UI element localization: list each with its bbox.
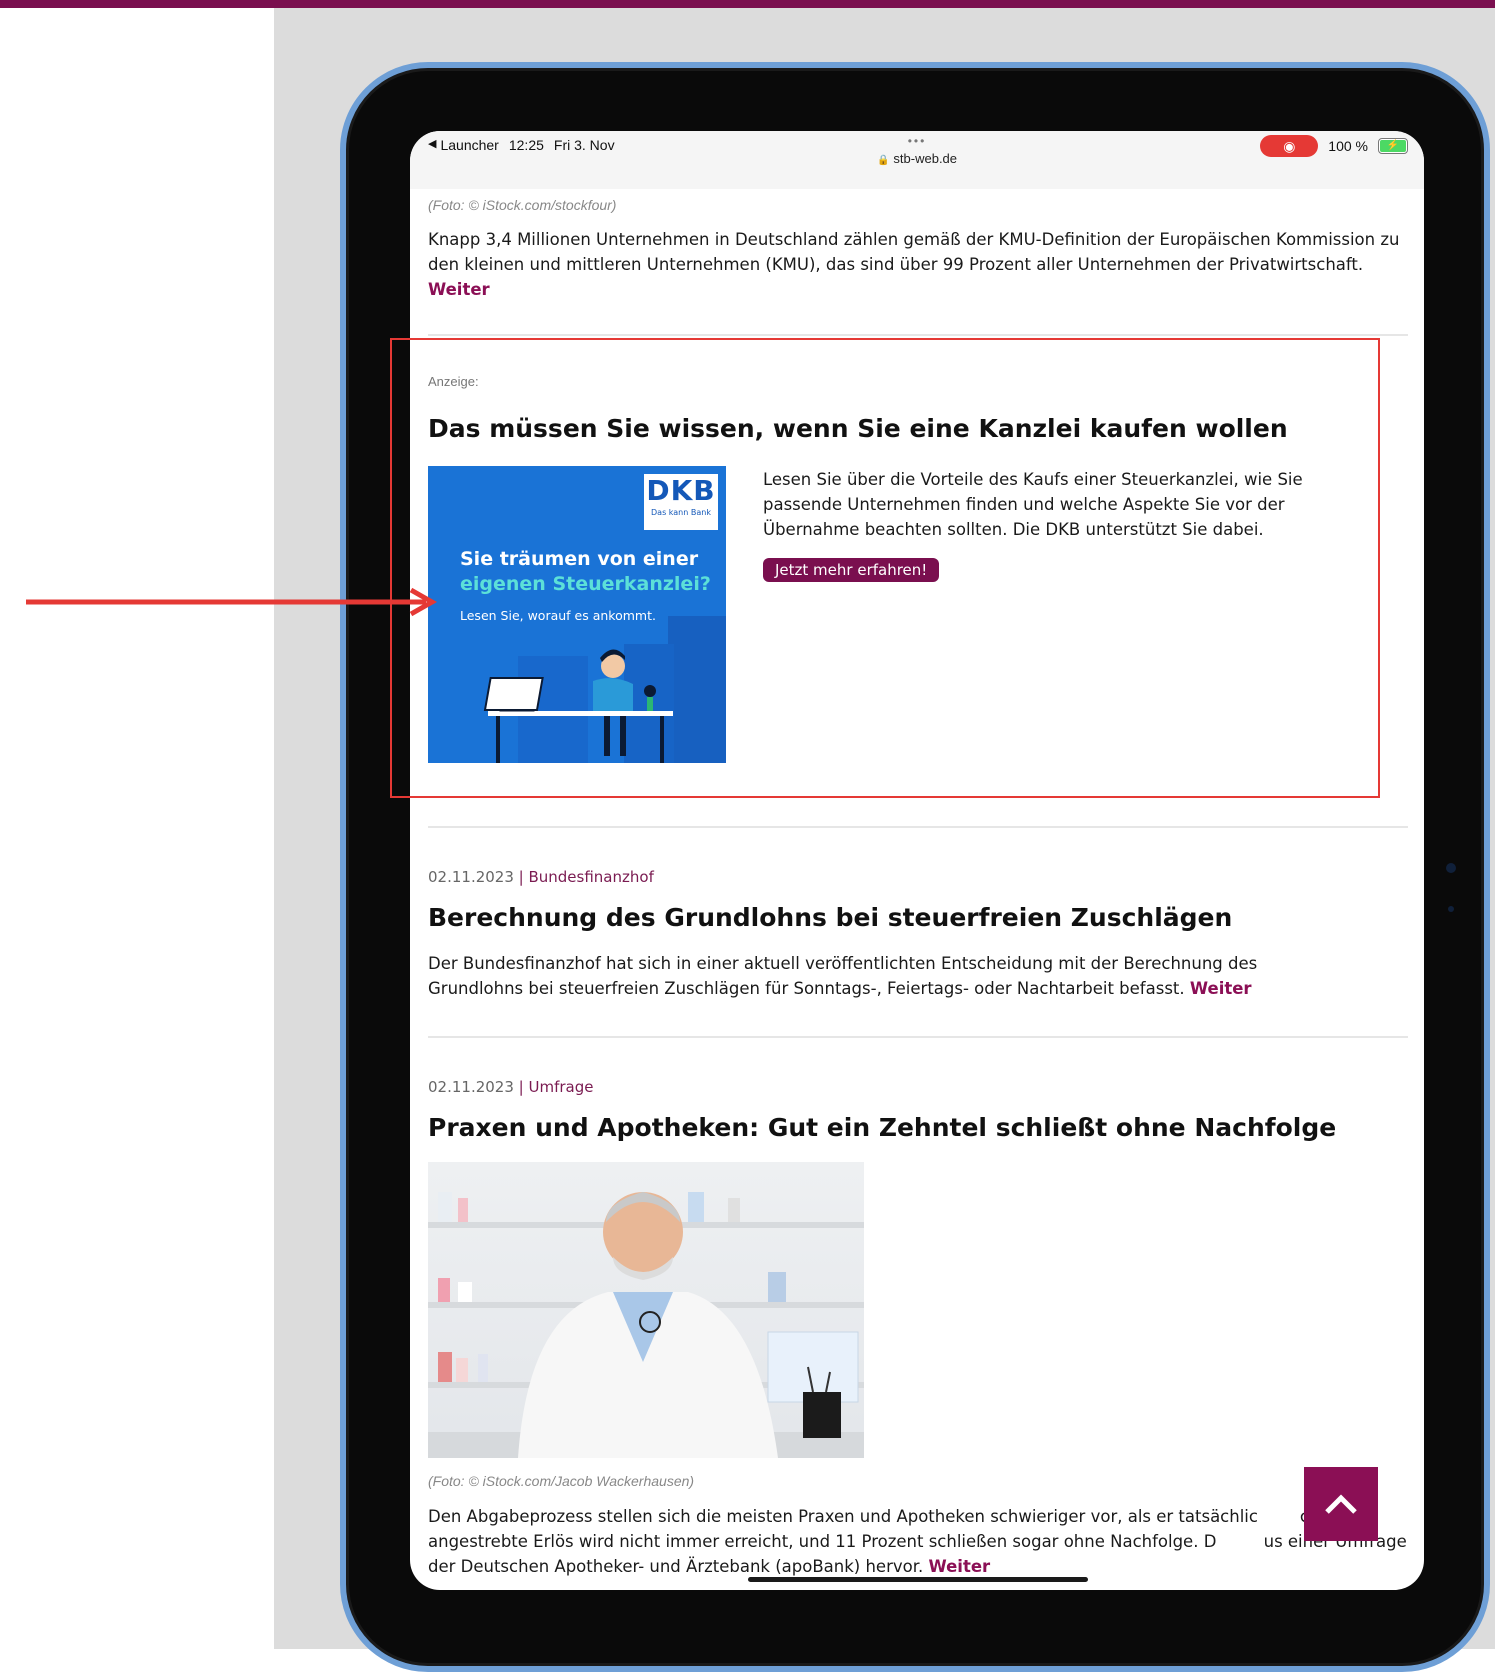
article-text: Der Bundesfinanzhof hat sich in einer ak… — [428, 954, 1258, 998]
battery-percent: 100 % — [1328, 138, 1368, 154]
screen-record-icon[interactable]: ◉ — [1260, 135, 1319, 157]
photo-caption: (Foto: © iStock.com/Jacob Wackerhausen) — [428, 1473, 695, 1489]
photo-caption: (Foto: © iStock.com/stockfour) — [428, 197, 617, 213]
scroll-to-top-button[interactable] — [1304, 1467, 1378, 1541]
article-text: Den Abgabeprozess stellen sich die meist… — [428, 1507, 1407, 1576]
url-label[interactable]: stb-web.de — [893, 151, 957, 166]
read-more-link[interactable]: Weiter — [428, 280, 490, 299]
pharmacy-scene — [428, 1192, 864, 1458]
pharmacist-photo[interactable] — [428, 1162, 864, 1458]
home-indicator[interactable] — [748, 1577, 1088, 1582]
teaser-text: Knapp 3,4 Millionen Unternehmen in Deuts… — [428, 230, 1400, 274]
article-title[interactable]: Berechnung des Grundlohns bei steuerfrei… — [428, 903, 1232, 932]
article-praxen: 02.11.2023 | Umfrage Praxen und Apotheke… — [428, 1038, 1408, 1590]
article-title[interactable]: Praxen und Apotheken: Gut ein Zehntel sc… — [428, 1113, 1336, 1142]
side-sensor-small — [1448, 906, 1454, 912]
annotation-arrow-icon — [26, 587, 438, 617]
chevron-up-icon — [1325, 1494, 1357, 1514]
annotation-highlight-box — [390, 338, 1380, 798]
side-sensor — [1446, 863, 1456, 873]
article-meta: 02.11.2023 | Umfrage — [428, 1078, 594, 1096]
read-more-link[interactable]: Weiter — [1190, 979, 1252, 998]
article-bundesfinanzhof: 02.11.2023 | Bundesfinanzhof Berechnung … — [428, 828, 1408, 1036]
article-meta: 02.11.2023 | Bundesfinanzhof — [428, 868, 654, 886]
category-link[interactable]: Umfrage — [528, 1078, 593, 1096]
article-teaser: Knapp 3,4 Millionen Unternehmen in Deuts… — [428, 227, 1408, 302]
battery-icon: ⚡ — [1378, 138, 1408, 154]
top-brand-bar — [0, 0, 1495, 8]
status-bar: ◀ Launcher 12:25 Fri 3. Nov ••• 🔒 stb-web… — [410, 131, 1424, 189]
read-more-link[interactable]: Weiter — [928, 1557, 990, 1576]
lock-icon: 🔒 — [876, 155, 890, 166]
category-link[interactable]: Bundesfinanzhof — [528, 868, 653, 886]
